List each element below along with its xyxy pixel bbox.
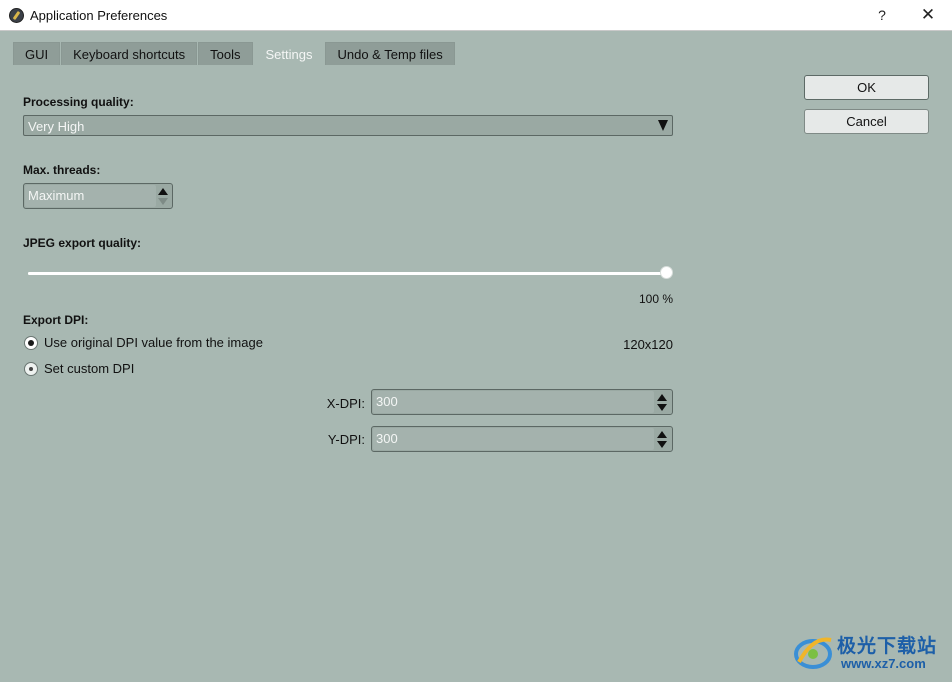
spin-down-icon[interactable] bbox=[657, 441, 667, 448]
custom-dpi-radio[interactable] bbox=[24, 362, 38, 376]
help-button[interactable]: ? bbox=[860, 0, 904, 30]
jpeg-quality-slider[interactable] bbox=[28, 272, 666, 275]
watermark-url: www.xz7.com bbox=[841, 656, 926, 671]
window-title: Application Preferences bbox=[30, 8, 168, 23]
y-dpi-label: Y-DPI: bbox=[327, 432, 365, 447]
y-dpi-spinbox[interactable]: 300 bbox=[371, 426, 673, 452]
tab-tools[interactable]: Tools bbox=[198, 42, 253, 65]
spin-up-icon[interactable] bbox=[657, 431, 667, 438]
max-threads-spinbox[interactable]: Maximum bbox=[23, 183, 173, 209]
jpeg-quality-value: 100 % bbox=[638, 292, 673, 306]
ok-button[interactable]: OK bbox=[804, 75, 929, 100]
x-dpi-value: 300 bbox=[376, 394, 398, 409]
tab-gui[interactable]: GUI bbox=[13, 42, 61, 65]
spin-down-icon[interactable] bbox=[657, 404, 667, 411]
tab-settings[interactable]: Settings bbox=[253, 42, 325, 65]
watermark: 极光下载站 www.xz7.com bbox=[793, 628, 943, 676]
export-dpi-label: Export DPI: bbox=[23, 313, 89, 327]
processing-quality-label: Processing quality: bbox=[23, 95, 134, 109]
use-original-dpi-label[interactable]: Use original DPI value from the image bbox=[44, 335, 263, 350]
max-threads-label: Max. threads: bbox=[23, 163, 101, 177]
cancel-button[interactable]: Cancel bbox=[804, 109, 929, 134]
slider-handle[interactable] bbox=[660, 266, 673, 279]
close-button[interactable]: ✕ bbox=[906, 0, 950, 30]
title-bar: Application Preferences ? ✕ bbox=[0, 0, 952, 31]
tab-bar: GUI Keyboard shortcuts Tools Settings Un… bbox=[13, 42, 456, 65]
processing-quality-select[interactable]: Very High bbox=[23, 115, 673, 136]
spin-up-icon[interactable] bbox=[657, 394, 667, 401]
dropdown-arrow-icon bbox=[658, 120, 668, 131]
y-dpi-value: 300 bbox=[376, 431, 398, 446]
app-logo-icon bbox=[9, 8, 24, 23]
processing-quality-value: Very High bbox=[28, 119, 85, 134]
x-dpi-label: X-DPI: bbox=[326, 396, 365, 411]
tab-keyboard-shortcuts[interactable]: Keyboard shortcuts bbox=[61, 42, 198, 65]
jpeg-quality-label: JPEG export quality: bbox=[23, 236, 142, 250]
spin-up-icon[interactable] bbox=[158, 188, 168, 195]
watermark-text: 极光下载站 bbox=[837, 636, 938, 657]
tab-undo-temp-files[interactable]: Undo & Temp files bbox=[325, 42, 455, 65]
custom-dpi-label[interactable]: Set custom DPI bbox=[44, 361, 134, 376]
max-threads-value: Maximum bbox=[28, 188, 85, 203]
original-dpi-value: 120x120 bbox=[623, 337, 673, 352]
spin-down-icon[interactable] bbox=[158, 198, 168, 205]
slider-fill bbox=[28, 272, 666, 275]
x-dpi-spinbox[interactable]: 300 bbox=[371, 389, 673, 415]
watermark-logo-icon bbox=[794, 637, 832, 669]
use-original-dpi-radio[interactable] bbox=[24, 336, 38, 350]
